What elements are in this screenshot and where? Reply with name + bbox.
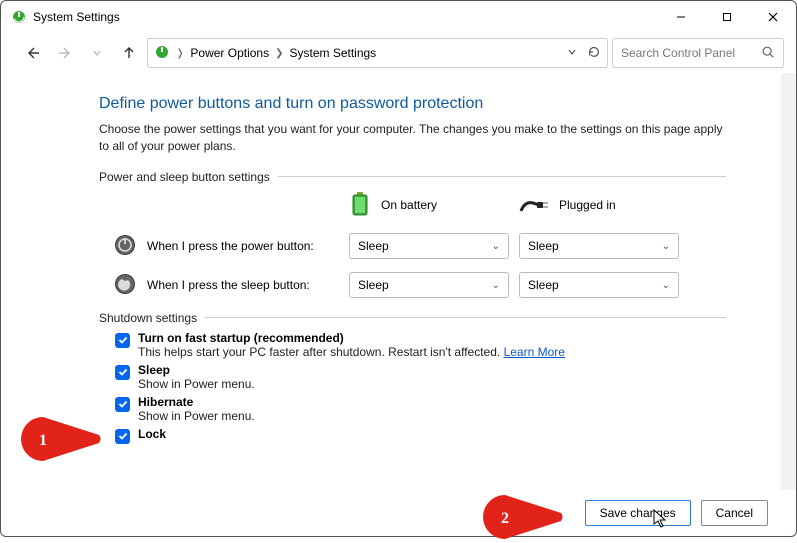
power-button-row: When I press the power button: Sleep ⌄ S…: [99, 233, 726, 260]
sleep-button-label: When I press the sleep button:: [147, 278, 310, 292]
power-sleep-legend-text: Power and sleep button settings: [99, 170, 270, 184]
sleep-button-battery-value: Sleep: [358, 278, 389, 292]
annotation-2: 2: [481, 493, 565, 543]
fast-startup-desc: This helps start your PC faster after sh…: [138, 345, 565, 359]
sleep-title: Sleep: [138, 363, 255, 377]
plugged-in-label: Plugged in: [559, 198, 616, 212]
sleep-button-plugged-select[interactable]: Sleep ⌄: [519, 272, 679, 298]
sleep-desc: Show in Power menu.: [138, 377, 255, 391]
plug-icon: [519, 193, 549, 218]
chevron-down-icon: ⌄: [662, 280, 670, 291]
chevron-down-icon: ⌄: [492, 280, 500, 291]
chevron-right-icon[interactable]: ❭: [176, 48, 184, 59]
maximize-button[interactable]: [704, 1, 750, 33]
checkbox[interactable]: [115, 429, 130, 444]
power-button-battery-value: Sleep: [358, 239, 389, 253]
checkbox-hibernate: Hibernate Show in Power menu.: [115, 395, 726, 423]
checkbox[interactable]: [115, 333, 130, 348]
learn-more-link[interactable]: Learn More: [504, 345, 565, 359]
column-headers: On battery Plugged in: [99, 190, 726, 221]
refresh-icon[interactable]: [587, 45, 601, 62]
checkbox-lock: Lock: [115, 427, 726, 444]
page-heading: Define power buttons and turn on passwor…: [99, 95, 726, 113]
power-sleep-legend: Power and sleep button settings: [99, 170, 726, 184]
address-dropdown-icon[interactable]: [567, 46, 577, 60]
chevron-down-icon: ⌄: [492, 241, 500, 252]
annotation-1: 1: [19, 415, 103, 465]
breadcrumb-power-options[interactable]: Power Options: [190, 46, 269, 60]
footer: Save changes Cancel: [1, 500, 796, 526]
sleep-button-plugged-value: Sleep: [528, 278, 559, 292]
window-title: System Settings: [33, 10, 658, 24]
power-button-battery-select[interactable]: Sleep ⌄: [349, 233, 509, 259]
sleep-button-row: When I press the sleep button: Sleep ⌄ S…: [99, 272, 726, 299]
lock-title: Lock: [138, 427, 166, 441]
page-description: Choose the power settings that you want …: [99, 121, 726, 156]
power-button-plugged-value: Sleep: [528, 239, 559, 253]
checkbox[interactable]: [115, 365, 130, 380]
shutdown-settings-list: Turn on fast startup (recommended) This …: [99, 331, 726, 444]
app-icon: [11, 9, 27, 25]
checkbox-sleep: Sleep Show in Power menu.: [115, 363, 726, 391]
sleep-button-icon: [113, 272, 137, 299]
battery-icon: [349, 190, 371, 221]
minimize-button[interactable]: [658, 1, 704, 33]
checkbox-fast-startup: Turn on fast startup (recommended) This …: [115, 331, 726, 359]
save-changes-button[interactable]: Save changes: [585, 500, 691, 526]
power-button-label: When I press the power button:: [147, 239, 314, 253]
search-icon: [761, 45, 775, 62]
nav-forward[interactable]: [51, 39, 79, 67]
hibernate-desc: Show in Power menu.: [138, 409, 255, 423]
nav-row: ❭ Power Options ❯ System Settings Search…: [1, 33, 796, 73]
cancel-button[interactable]: Cancel: [701, 500, 768, 526]
svg-text:1: 1: [39, 432, 47, 449]
hibernate-title: Hibernate: [138, 395, 255, 409]
content-area: Define power buttons and turn on passwor…: [1, 73, 796, 488]
title-bar: System Settings: [1, 1, 796, 33]
shutdown-legend-text: Shutdown settings: [99, 311, 197, 325]
breadcrumb-system-settings[interactable]: System Settings: [289, 46, 376, 60]
chevron-down-icon: ⌄: [662, 241, 670, 252]
fast-startup-title: Turn on fast startup (recommended): [138, 331, 565, 345]
window-buttons: [658, 1, 796, 33]
nav-back[interactable]: [19, 39, 47, 67]
checkbox[interactable]: [115, 397, 130, 412]
nav-up[interactable]: [115, 39, 143, 67]
power-button-plugged-select[interactable]: Sleep ⌄: [519, 233, 679, 259]
nav-recent-dropdown[interactable]: [83, 39, 111, 67]
close-button[interactable]: [750, 1, 796, 33]
power-button-icon: [113, 233, 137, 260]
on-battery-label: On battery: [381, 198, 437, 212]
sleep-button-battery-select[interactable]: Sleep ⌄: [349, 272, 509, 298]
chevron-right-icon[interactable]: ❯: [275, 48, 283, 59]
power-options-icon: [154, 44, 170, 63]
shutdown-legend: Shutdown settings: [99, 311, 726, 325]
cursor-icon: [653, 509, 669, 529]
svg-text:2: 2: [501, 510, 509, 527]
search-box[interactable]: Search Control Panel: [612, 38, 784, 68]
address-bar[interactable]: ❭ Power Options ❯ System Settings: [147, 38, 608, 68]
search-placeholder: Search Control Panel: [621, 46, 753, 60]
